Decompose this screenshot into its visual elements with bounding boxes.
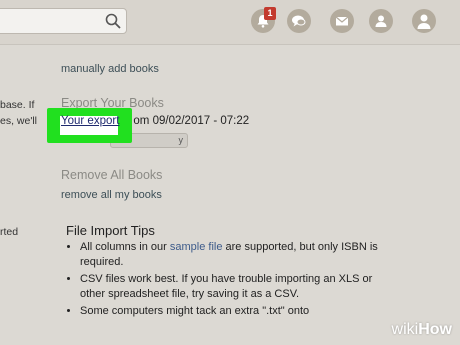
left-text-fragment: rted <box>0 226 19 238</box>
friends-icon <box>375 15 387 27</box>
left-text-fragment: base. If <box>0 99 35 111</box>
wikihow-watermark: wikiHow <box>391 321 452 338</box>
file-import-tips-heading: File Import Tips <box>66 223 155 238</box>
your-export-link[interactable]: Your export <box>61 115 119 127</box>
mail-icon <box>335 16 349 26</box>
chat-icon <box>292 15 306 27</box>
left-text-fragment: es, we'll <box>0 115 38 127</box>
profile-icon <box>417 14 431 29</box>
remove-all-books-heading: Remove All Books <box>61 168 163 182</box>
discussions-button[interactable] <box>287 9 311 33</box>
messages-button[interactable] <box>330 9 354 33</box>
file-import-tips-list: All columns in our sample file are suppo… <box>64 240 400 322</box>
profile-menu-button[interactable] <box>412 9 436 33</box>
manually-add-books-link[interactable]: manually add books <box>61 63 159 75</box>
export-date-text: om 09/02/2017 - 07:22 <box>133 115 250 127</box>
list-item: CSV files work best. If you have trouble… <box>80 272 400 301</box>
friends-button[interactable] <box>369 9 393 33</box>
notification-count-badge: 1 <box>264 7 276 20</box>
list-item: All columns in our sample file are suppo… <box>80 240 400 269</box>
remove-all-books-link[interactable]: remove all my books <box>61 189 162 201</box>
search-input[interactable] <box>0 8 127 34</box>
export-status-line: Your export om 09/02/2017 - 07:22 <box>61 115 249 127</box>
list-item: Some computers might tack an extra ".txt… <box>80 304 400 319</box>
top-nav-bar: 1 <box>0 0 460 45</box>
sample-file-link[interactable]: sample file <box>170 241 223 253</box>
search-icon[interactable] <box>104 12 122 30</box>
